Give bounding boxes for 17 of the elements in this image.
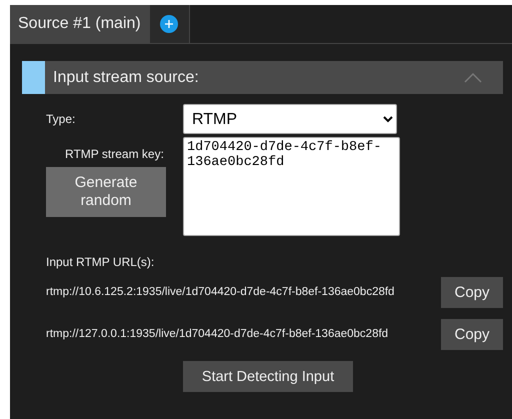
urls-label: Input RTMP URL(s): <box>46 255 156 269</box>
add-tab-button[interactable] <box>150 5 190 43</box>
type-dropdown[interactable]: RTMP <box>183 104 397 134</box>
type-label: Type: <box>46 112 76 126</box>
stream-url: rtmp://10.6.125.2:1935/live/1d704420-d7de-4c7f-b8ef-136ae0bc28fd <box>46 286 396 300</box>
stream-key-field[interactable]: 1d704420-d7de-4c7f-b8ef-136ae0bc28fd <box>183 137 400 236</box>
section-title: Input stream source: <box>52 68 200 86</box>
start-detecting-button[interactable]: Start Detecting Input <box>183 361 353 392</box>
generate-random-button[interactable]: Generate random <box>46 167 166 217</box>
stream-url: rtmp://127.0.0.1:1935/live/1d704420-d7de-4c7f-b8ef-136ae0bc28fd <box>46 328 390 342</box>
section-header[interactable]: Input stream source: <box>22 61 503 94</box>
stream-key-label: RTMP stream key: <box>65 147 164 161</box>
section-marker <box>22 61 45 94</box>
plus-icon <box>160 15 178 33</box>
copy-button[interactable]: Copy <box>441 277 503 308</box>
source-tab[interactable]: Source #1 (main) <box>10 5 150 43</box>
copy-button[interactable]: Copy <box>441 319 503 350</box>
